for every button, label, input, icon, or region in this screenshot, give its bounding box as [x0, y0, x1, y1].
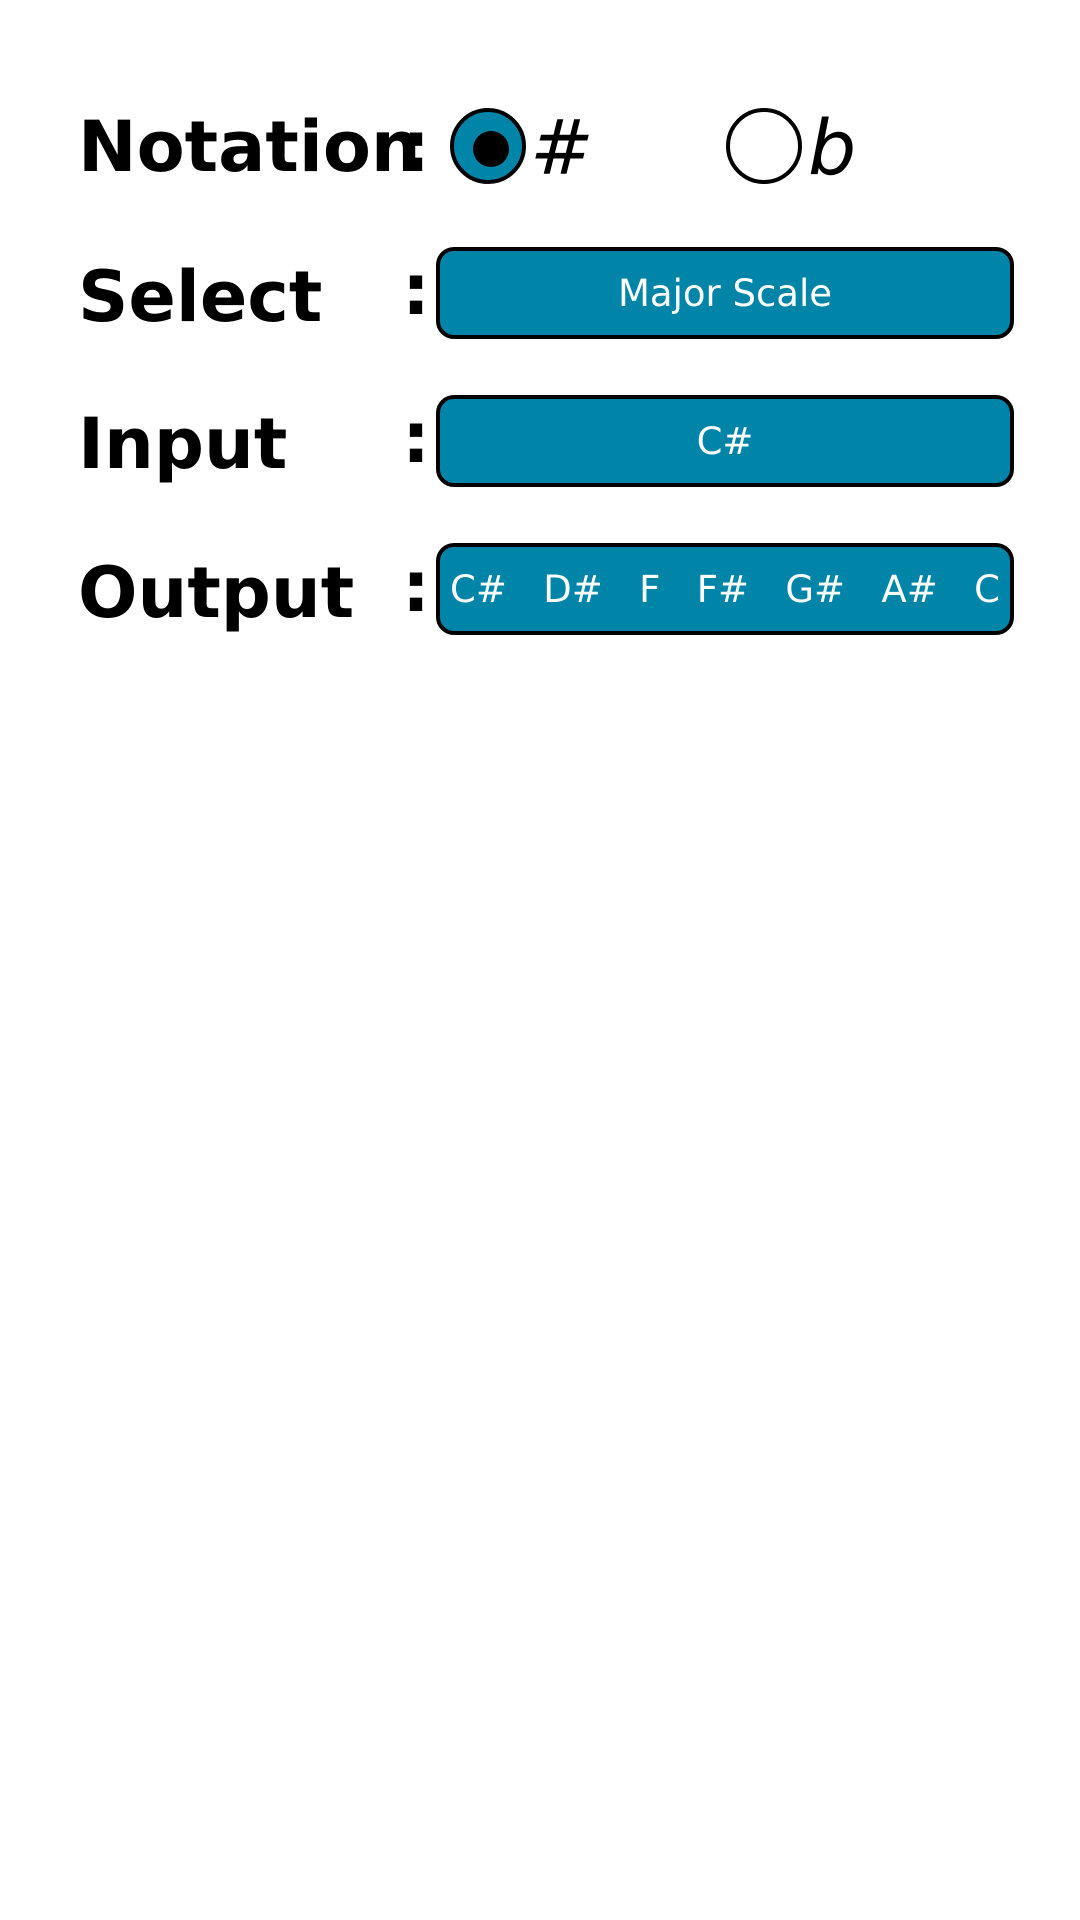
flat-radio-circle — [726, 108, 802, 184]
scale-select-value: Major Scale — [617, 271, 833, 315]
root-note-value: C# — [696, 419, 754, 463]
output-note: F# — [696, 567, 750, 611]
output-note: C — [974, 567, 1000, 611]
output-note: G# — [785, 567, 846, 611]
output-note: D# — [543, 567, 603, 611]
output-label: Output — [78, 552, 355, 634]
select-label: Select — [78, 256, 323, 338]
input-label: Input — [78, 403, 288, 485]
sharp-radio-dot — [473, 131, 509, 167]
flat-radio[interactable] — [726, 108, 802, 184]
notation-colon: : — [402, 106, 430, 188]
output-note: A# — [881, 567, 938, 611]
scale-select-dropdown[interactable]: Major Scale — [436, 247, 1014, 339]
output-note: F — [639, 567, 661, 611]
notation-label: Notation — [78, 106, 421, 188]
input-colon: : — [402, 397, 430, 479]
select-colon: : — [402, 249, 430, 331]
sharp-radio-label[interactable]: # — [530, 110, 594, 186]
output-colon: : — [402, 546, 430, 628]
sharp-radio-circle — [450, 108, 526, 184]
flat-radio-label[interactable]: b — [808, 110, 856, 186]
root-note-input[interactable]: C# — [436, 395, 1014, 487]
output-note: C# — [450, 567, 507, 611]
sharp-radio[interactable] — [450, 108, 526, 184]
scale-output-display: C# D# F F# G# A# C — [436, 543, 1014, 635]
